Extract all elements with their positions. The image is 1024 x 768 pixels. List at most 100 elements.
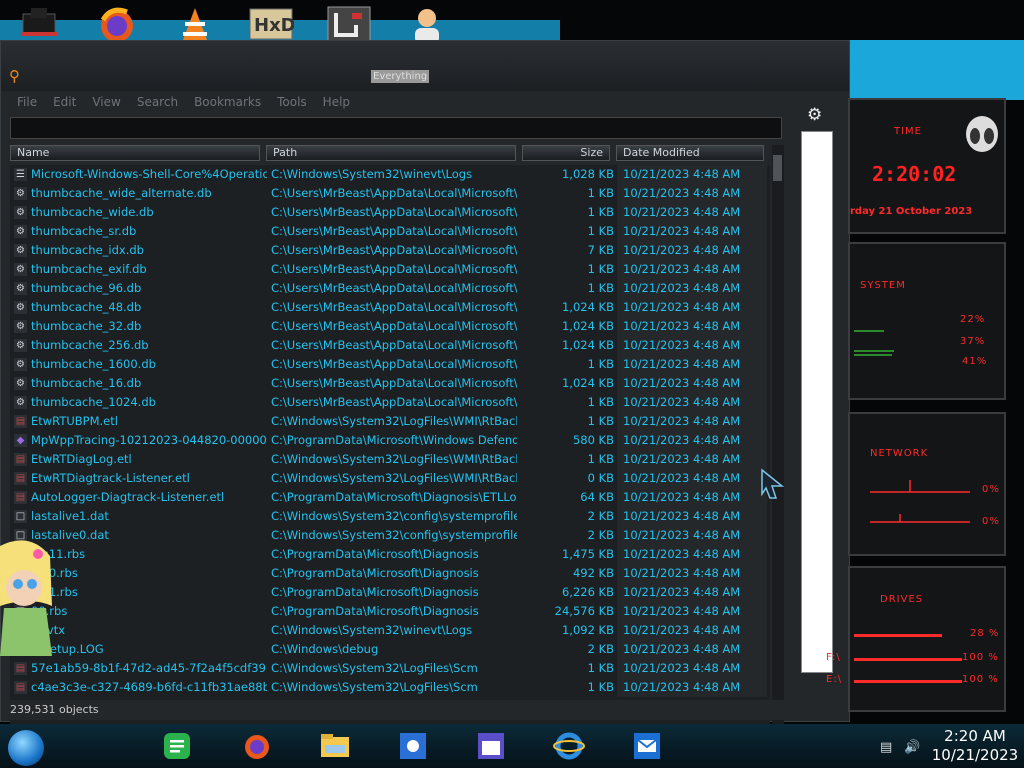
- drive1-percent: 28 %: [970, 628, 1000, 639]
- hat-app-icon[interactable]: [16, 4, 62, 44]
- taskbar-calendar-icon[interactable]: [474, 730, 508, 762]
- table-row[interactable]: ▤ EtwRTUBPM.etl C:\Windows\System32\LogFil…: [10, 412, 770, 431]
- table-row[interactable]: ⚙ thumbcache_96.db C:\Users\MrBeast\AppDat…: [10, 279, 770, 298]
- taskbar-file-explorer-icon[interactable]: [318, 730, 352, 762]
- menu-view[interactable]: View: [84, 93, 128, 113]
- table-row[interactable]: ▤ c4ae3c3e-c327-4689-b6fd-c11fb31ae88b C:\…: [10, 678, 770, 697]
- user-avatar-icon[interactable]: [404, 4, 450, 44]
- db-file-icon: ⚙: [14, 187, 27, 200]
- taskbar-clock[interactable]: 2:20 AM 10/21/2023: [930, 727, 1020, 765]
- db-file-icon: ⚙: [14, 339, 27, 352]
- table-row[interactable]: ▤ 57e1ab59-8b1f-47d2-ad45-7f2a4f5cdf39 C:\…: [10, 659, 770, 678]
- cell-size: 1 KB: [587, 186, 614, 200]
- cell-size: 1,024 KB: [561, 338, 614, 352]
- cell-path: C:\Users\MrBeast\AppData\Local\Microsoft…: [271, 338, 517, 352]
- clock-time: 2:20 AM: [944, 727, 1006, 745]
- ram-bar: [854, 350, 894, 352]
- cell-name: thumbcache_32.db: [31, 319, 142, 333]
- table-row[interactable]: □ts01.rbsC:\ProgramData\Microsoft\Diagno…: [10, 583, 770, 602]
- table-row[interactable]: □nts11.rbsC:\ProgramData\Microsoft\Diagn…: [10, 545, 770, 564]
- table-row[interactable]: ☰etSetup.LOGC:\Windows\debug2 KB10/21/20…: [10, 640, 770, 659]
- cell-size: 2 KB: [587, 528, 614, 542]
- menu-edit[interactable]: Edit: [45, 93, 84, 113]
- drive3-bar: [854, 680, 962, 683]
- vertical-scrollbar[interactable]: [772, 145, 784, 733]
- scrollbar-thumb[interactable]: [773, 155, 782, 181]
- column-header-path[interactable]: Path: [266, 145, 516, 161]
- table-row[interactable]: ⚙ thumbcache_sr.db C:\Users\MrBeast\AppDat…: [10, 222, 770, 241]
- table-row[interactable]: ⚙ thumbcache_exif.db C:\Users\MrBeast\AppD…: [10, 260, 770, 279]
- cell-size: 1,028 KB: [561, 167, 614, 181]
- menu-bookmarks[interactable]: Bookmarks: [186, 93, 269, 113]
- search-logo-icon: ⚲: [9, 67, 20, 85]
- table-row[interactable]: ⚙ thumbcache_1600.db C:\Users\MrBeast\AppD…: [10, 355, 770, 374]
- taskbar-firefox-icon[interactable]: [240, 730, 274, 762]
- menu-file[interactable]: File: [9, 93, 45, 113]
- trace-file-icon: ◆: [14, 434, 27, 447]
- preview-pane: [801, 131, 833, 673]
- cell-path: C:\Windows\System32\LogFiles\WMI\RtBacku…: [271, 414, 517, 428]
- table-row[interactable]: ⚙ thumbcache_wide.db C:\Users\MrBeast\AppD…: [10, 203, 770, 222]
- taskbar-notes-icon[interactable]: [160, 730, 194, 762]
- firefox-desktop-icon[interactable]: [94, 4, 140, 44]
- table-row[interactable]: □ lastalive1.dat C:\Windows\System32\confi…: [10, 507, 770, 526]
- gear-icon[interactable]: ⚙: [807, 105, 822, 125]
- drive3-letter: E:\: [826, 674, 843, 685]
- table-row[interactable]: ⚙ thumbcache_idx.db C:\Users\MrBeast\AppDa…: [10, 241, 770, 260]
- db-file-icon: ⚙: [14, 396, 27, 409]
- cell-path: C:\Users\MrBeast\AppData\Local\Microsoft…: [271, 262, 517, 276]
- table-row[interactable]: □00.rbsC:\ProgramData\Microsoft\Diagnosi…: [10, 602, 770, 621]
- volume-tray-icon[interactable]: 🔊: [904, 740, 920, 755]
- cell-size: 1 KB: [587, 452, 614, 466]
- column-header-date-modified[interactable]: Date Modified: [616, 145, 764, 161]
- terminal-app-icon[interactable]: [326, 4, 372, 44]
- start-button[interactable]: [8, 730, 44, 766]
- cell-size: 1,024 KB: [561, 376, 614, 390]
- time-gadget: TIME 2:20:02 rday 21 October 2023: [848, 98, 1006, 234]
- taskbar-internet-explorer-icon[interactable]: [552, 730, 586, 762]
- cell-date-modified: 10/21/2023 4:48 AM: [617, 184, 767, 203]
- table-row[interactable]: ⚙ thumbcache_32.db C:\Users\MrBeast\AppDat…: [10, 317, 770, 336]
- title-bar[interactable]: ⚲ Everything: [1, 41, 849, 91]
- table-row[interactable]: ⚙ thumbcache_256.db C:\Users\MrBeast\AppDa…: [10, 336, 770, 355]
- cell-name: AutoLogger-Diagtrack-Listener.etl: [31, 490, 225, 504]
- cell-name: thumbcache_1024.db: [31, 395, 156, 409]
- network-tray-icon[interactable]: ▤: [880, 740, 892, 755]
- cell-size: 1 KB: [587, 224, 614, 238]
- table-row[interactable]: □ lastalive0.dat C:\Windows\System32\confi…: [10, 526, 770, 545]
- table-row[interactable]: ⚙ thumbcache_48.db C:\Users\MrBeast\AppDat…: [10, 298, 770, 317]
- table-row[interactable]: ▤ EtwRTDiagLog.etl C:\Windows\System32\Log…: [10, 450, 770, 469]
- vlc-icon[interactable]: [172, 4, 218, 44]
- table-row[interactable]: ⚙ thumbcache_1024.db C:\Users\MrBeast\AppD…: [10, 393, 770, 412]
- menu-search[interactable]: Search: [129, 93, 186, 113]
- table-row[interactable]: □ts10.rbsC:\ProgramData\Microsoft\Diagno…: [10, 564, 770, 583]
- table-row[interactable]: ◆ MpWppTracing-10212023-044820-00000003..…: [10, 431, 770, 450]
- search-input[interactable]: [10, 117, 782, 139]
- table-row[interactable]: ⚙ thumbcache_wide_alternate.db C:\Users\Mr…: [10, 184, 770, 203]
- table-row[interactable]: ▤ EtwRTDiagtrack-Listener.etl C:\Windows\S…: [10, 469, 770, 488]
- hxd-icon[interactable]: HxD: [248, 4, 294, 44]
- db-file-icon: ⚙: [14, 301, 27, 314]
- taskbar-mail-icon[interactable]: [630, 730, 664, 762]
- table-row[interactable]: ☰ Microsoft-Windows-Shell-Core%4Operation…: [10, 165, 770, 184]
- cell-name: MpWppTracing-10212023-044820-00000003...: [31, 433, 267, 447]
- cell-path: C:\ProgramData\Microsoft\Windows Defende…: [271, 433, 517, 447]
- table-row[interactable]: ⚙ thumbcache_16.db C:\Users\MrBeast\AppDat…: [10, 374, 770, 393]
- cell-name: y.evtx: [31, 621, 267, 640]
- cell-date-modified: 10/21/2023 4:48 AM: [617, 564, 767, 583]
- column-header-name[interactable]: Name: [10, 145, 260, 161]
- cell-path: C:\Windows\System32\LogFiles\Scm: [271, 661, 478, 675]
- column-header-size[interactable]: Size: [522, 145, 610, 161]
- table-row[interactable]: □y.evtxC:\Windows\System32\winevt\Logs1,…: [10, 621, 770, 640]
- db-file-icon: ⚙: [14, 244, 27, 257]
- taskbar-weather-icon[interactable]: [396, 730, 430, 762]
- table-row[interactable]: ▤ AutoLogger-Diagtrack-Listener.etl C:\Pro…: [10, 488, 770, 507]
- generic-file-icon: ▤: [14, 681, 27, 694]
- cell-name: thumbcache_48.db: [31, 300, 142, 314]
- menu-help[interactable]: Help: [315, 93, 358, 113]
- cell-size: 1 KB: [587, 262, 614, 276]
- disk-bar: [854, 354, 892, 356]
- db-file-icon: ⚙: [14, 282, 27, 295]
- cell-name: ts01.rbs: [31, 585, 78, 599]
- menu-tools[interactable]: Tools: [269, 93, 315, 113]
